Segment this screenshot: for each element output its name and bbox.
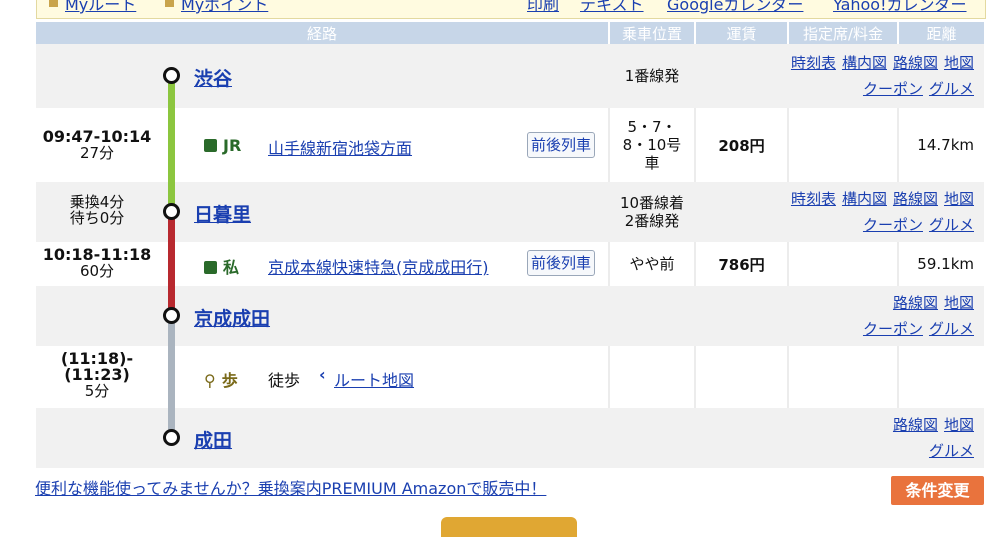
- map-link[interactable]: 地図: [944, 416, 974, 434]
- route-map-link[interactable]: ルート地図: [334, 367, 414, 391]
- segment-row: (11:18)- (11:23) 5分 ⚲ 歩 徒歩 ‹ ルート地図: [36, 346, 984, 408]
- col-distance: 距離: [897, 22, 984, 44]
- station-marker-icon: [163, 307, 180, 324]
- boarding-position: 1番線発: [609, 44, 695, 108]
- station-name-link[interactable]: 日暮里: [194, 200, 251, 227]
- coupon-link[interactable]: クーポン: [863, 216, 923, 234]
- fare-value: 208円: [694, 108, 788, 182]
- premium-promo-link[interactable]: 便利な機能使ってみませんか？乗換案内PREMIUM Amazonで販売中！: [35, 475, 546, 499]
- segment-duration: 60分: [79, 262, 115, 280]
- train-type: JR: [204, 136, 241, 155]
- boarding-position: [609, 408, 695, 468]
- line-link[interactable]: 京成本線快速特急(京成成田行): [268, 254, 489, 278]
- table-header: 経路 乗車位置 運賃 指定席/料金 距離: [36, 22, 984, 44]
- station-links: 時刻表 構内図 路線図 地図 クーポン グルメ: [695, 44, 984, 108]
- coupon-link[interactable]: クーポン: [863, 80, 923, 98]
- station-marker-icon: [163, 203, 180, 220]
- line-segment: [168, 242, 175, 286]
- walk-label: 徒歩: [268, 371, 301, 390]
- segment-row: 09:47-10:14 27分 JR 山手線新宿池袋方面 前後列車 5・7・ 8…: [36, 108, 984, 182]
- col-seat: 指定席/料金: [787, 22, 898, 44]
- gourmet-link[interactable]: グルメ: [929, 320, 974, 338]
- prev-next-train-button[interactable]: 前後列車: [527, 132, 596, 158]
- seat-fee: [787, 346, 898, 408]
- car-position: 5・7・ 8・10号 車: [608, 108, 695, 182]
- route-table: 経路 乗車位置 運賃 指定席/料金 距離 渋谷 1番線発 時刻表 構内図 路線図 地図…: [36, 22, 984, 468]
- boarding-position: 10番線着 2番線発: [609, 182, 695, 242]
- distance-value: 14.7km: [897, 108, 984, 182]
- timetable-link[interactable]: 時刻表: [791, 54, 836, 72]
- google-calendar-link[interactable]: Googleカレンダー: [667, 0, 803, 15]
- seat-fee: [787, 108, 898, 182]
- segment-duration: 5分: [84, 382, 110, 400]
- mypoint-link[interactable]: Myポイント: [181, 0, 268, 15]
- walk-type: ⚲ 歩: [204, 371, 238, 390]
- route-map-link[interactable]: 路線図: [893, 190, 938, 208]
- prev-next-train-button[interactable]: 前後列車: [527, 250, 596, 276]
- walk-icon: ⚲: [204, 371, 216, 390]
- station-links: 時刻表 構内図 路線図 地図 クーポン グルメ: [695, 182, 984, 242]
- col-position: 乗車位置: [608, 22, 695, 44]
- route-map-link[interactable]: 路線図: [893, 416, 938, 434]
- station-marker-icon: [163, 67, 180, 84]
- distance-value: [897, 346, 984, 408]
- line-segment: [168, 346, 175, 408]
- fare-value: [694, 346, 788, 408]
- station-map-link[interactable]: 構内図: [842, 190, 887, 208]
- line-link[interactable]: 山手線新宿池袋方面: [268, 135, 412, 159]
- gourmet-link[interactable]: グルメ: [929, 216, 974, 234]
- segment-time: 10:18-11:18: [42, 245, 152, 264]
- seat-fee: [787, 242, 898, 286]
- station-name-link[interactable]: 渋谷: [194, 64, 232, 91]
- station-row: 乗換4分 待ち0分 日暮里 10番線着 2番線発 時刻表 構内図 路線図 地図 クーポ…: [36, 182, 984, 242]
- station-name-link[interactable]: 京成成田: [194, 304, 270, 331]
- chevron-left-icon: ‹: [319, 365, 326, 384]
- boarding-position: [609, 286, 695, 346]
- station-row: 渋谷 1番線発 時刻表 構内図 路線図 地図 クーポン グルメ: [36, 44, 984, 108]
- station-links: 路線図 地図 クーポン グルメ: [695, 286, 984, 346]
- segment-row: 10:18-11:18 60分 私 京成本線快速特急(京成成田行) 前後列車 や…: [36, 242, 984, 286]
- map-link[interactable]: 地図: [944, 54, 974, 72]
- segment-time: (11:18)- (11:23): [60, 349, 134, 384]
- yahoo-calendar-link[interactable]: Yahoo!カレンダー: [833, 0, 967, 15]
- gourmet-link[interactable]: グルメ: [929, 442, 974, 460]
- segment-time: 09:47-10:14: [42, 127, 152, 146]
- route-map-link[interactable]: 路線図: [893, 294, 938, 312]
- car-position: [608, 346, 695, 408]
- bottom-tab[interactable]: [441, 517, 577, 537]
- train-type: 私: [204, 254, 239, 278]
- text-link[interactable]: テキスト: [580, 0, 644, 15]
- header-links-bar: Myルート Myポイント 印刷 テキスト Googleカレンダー Yahoo!カ…: [36, 0, 986, 19]
- station-name-link[interactable]: 成田: [194, 426, 232, 453]
- train-icon: [204, 261, 217, 274]
- map-link[interactable]: 地図: [944, 190, 974, 208]
- car-position: やや前: [608, 242, 695, 286]
- station-map-link[interactable]: 構内図: [842, 54, 887, 72]
- col-fare: 運賃: [694, 22, 788, 44]
- line-segment: [168, 108, 175, 182]
- myroute-icon: [49, 0, 58, 7]
- station-row: 京成成田 路線図 地図 クーポン グルメ: [36, 286, 984, 346]
- col-route: 経路: [36, 22, 609, 44]
- fare-value: 786円: [694, 242, 788, 286]
- train-icon: [204, 139, 217, 152]
- segment-duration: 27分: [79, 144, 115, 162]
- route-map-link[interactable]: 路線図: [893, 54, 938, 72]
- mypoint-icon: [165, 0, 174, 7]
- station-marker-icon: [163, 429, 180, 446]
- change-conditions-button[interactable]: 条件変更: [891, 476, 984, 505]
- myroute-link[interactable]: Myルート: [65, 0, 136, 15]
- coupon-link[interactable]: クーポン: [863, 320, 923, 338]
- print-link[interactable]: 印刷: [527, 0, 559, 15]
- timetable-link[interactable]: 時刻表: [791, 190, 836, 208]
- map-link[interactable]: 地図: [944, 294, 974, 312]
- station-links: 路線図 地図 グルメ: [695, 408, 984, 468]
- gourmet-link[interactable]: グルメ: [929, 80, 974, 98]
- station-row: 成田 路線図 地図 グルメ: [36, 408, 984, 468]
- distance-value: 59.1km: [897, 242, 984, 286]
- transfer-time: 乗換4分 待ち0分: [69, 193, 125, 227]
